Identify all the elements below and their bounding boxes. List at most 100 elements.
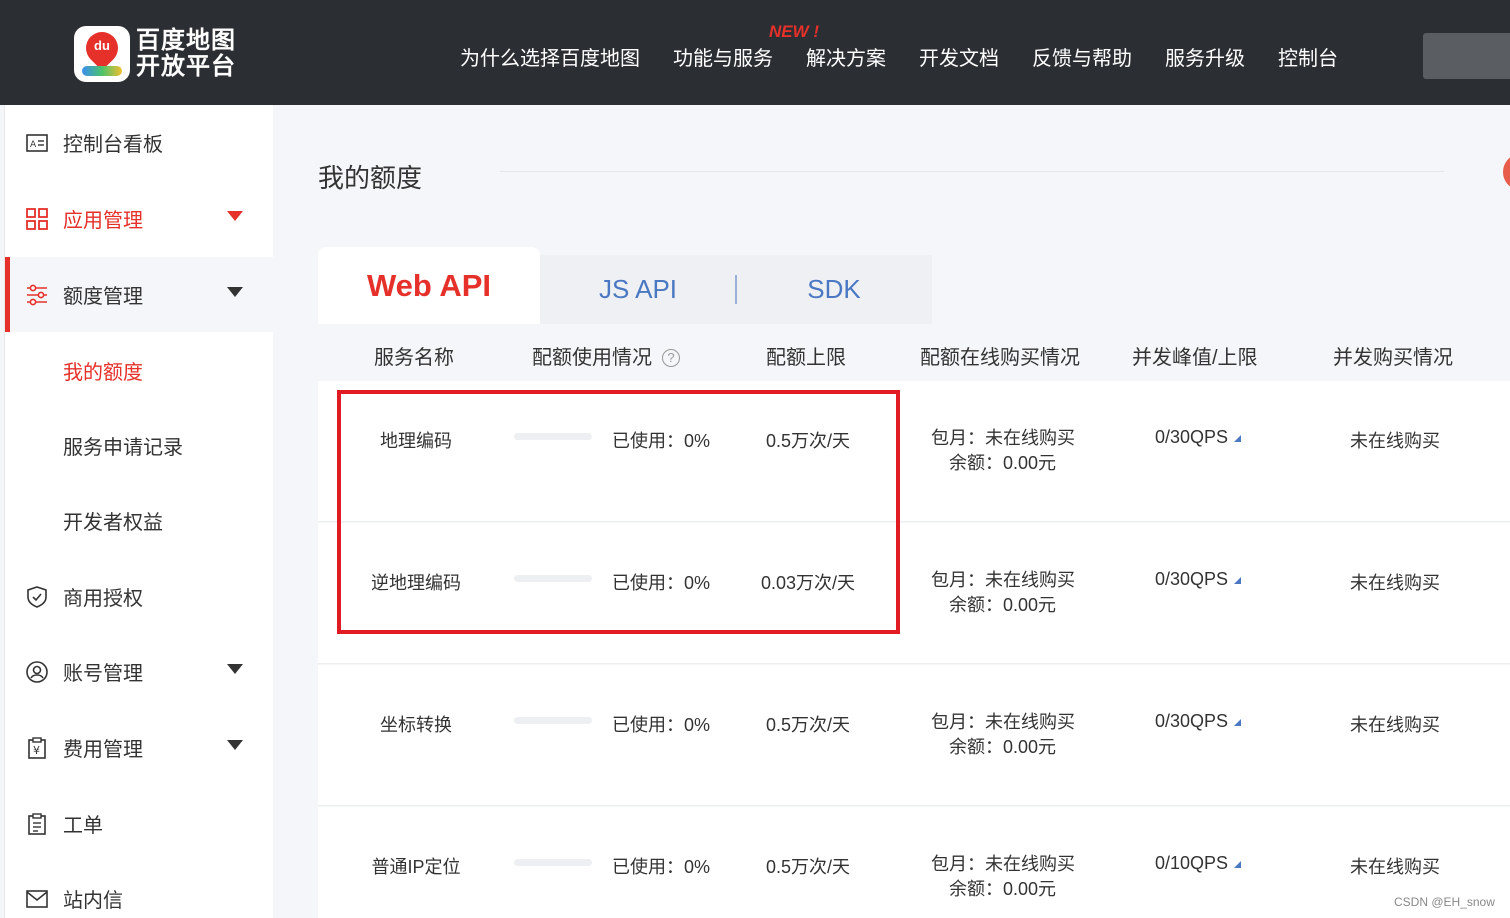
page-title: 我的额度 [318,163,423,193]
quota-limit: 0.5万次/天 [765,857,851,877]
watermark: CSDN @EH_snow [1394,895,1495,909]
col-qps: 并发峰值/上限 [1132,347,1258,369]
col-usage: 配额使用情况? [532,341,680,370]
main-nav: 为什么选择百度地图 功能与服务 NEW ! 解决方案 开发文档 反馈与帮助 服务… [460,22,1371,71]
qps-cell[interactable]: 0/30QPS [1155,711,1242,732]
top-navbar: du 百度地图 开放平台 为什么选择百度地图 功能与服务 NEW ! 解决方案 … [0,0,1510,105]
sidebar-label-fees: 费用管理 [63,739,143,761]
sidebar-label-account: 账号管理 [63,663,143,685]
sliders-icon [25,283,49,307]
sidebar-item-commercial[interactable]: 商用授权 [5,559,274,634]
tab-group: JS API SDK [540,255,932,324]
chevron-down-icon [227,740,243,750]
table-row: 坐标转换 已使用：0% 0.5万次/天 包月：未在线购买 余额：0.00元 0/30QPS… [318,665,1510,806]
online-buy-info: 包月：未在线购买 余额：0.00元 [931,426,1075,476]
online-buy-info: 包月：未在线购买 余额：0.00元 [931,710,1075,760]
balance: 余额：0.00元 [949,595,1057,615]
logo[interactable]: du 百度地图 开放平台 [74,25,236,82]
balance: 余额：0.00元 [949,737,1057,757]
logo-line2: 开放平台 [136,53,236,80]
sidebar-item-tickets[interactable]: 工单 [5,786,274,861]
sidebar-item-app-manage[interactable]: 应用管理 [5,181,274,256]
tab-web-api[interactable]: Web API [318,247,540,324]
sidebar-label-dev-rights: 开发者权益 [63,512,163,534]
title-divider [500,171,1444,172]
concurrent-buy: 未在线购买 [1350,715,1440,735]
baidu-map-logo-icon: du [74,25,130,82]
svg-text:¥: ¥ [33,744,40,757]
online-buy-info: 包月：未在线购买 余额：0.00元 [931,852,1075,902]
col-limit: 配额上限 [766,347,846,369]
tab-js-api[interactable]: JS API [540,255,736,324]
tab-sdk[interactable]: SDK [736,255,932,324]
clipboard-icon [25,812,49,836]
service-name: 坐标转换 [380,715,452,735]
monthly-status: 包月：未在线购买 [931,854,1075,874]
sidebar-item-service-apply[interactable]: 服务申请记录 [5,408,274,483]
nav-features-label: 功能与服务 [673,48,773,70]
nav-console[interactable]: 控制台 [1278,42,1338,71]
nav-feedback[interactable]: 反馈与帮助 [1032,42,1132,71]
expand-triangle-icon [1234,719,1242,726]
bill-icon: ¥ [25,736,49,760]
highlight-box [337,390,900,634]
qps-cell[interactable]: 0/10QPS [1155,853,1242,874]
nav-solutions[interactable]: 解决方案 [806,42,886,71]
qps-value: 0/30QPS [1155,427,1229,447]
col-usage-label: 配额使用情况 [532,347,652,369]
id-card-icon: A [25,131,49,155]
balance: 余额：0.00元 [949,879,1057,899]
online-buy-info: 包月：未在线购买 余额：0.00元 [931,568,1075,618]
sidebar-label-tickets: 工单 [63,815,103,837]
usage-text: 已使用：0% [612,715,711,735]
user-circle-icon [25,660,49,684]
sidebar-item-account[interactable]: 账号管理 [5,634,274,709]
nav-upgrade[interactable]: 服务升级 [1165,42,1245,71]
grid-icon [25,207,49,231]
usage-progress-bar [514,717,592,724]
expand-triangle-icon [1234,435,1242,442]
sidebar-item-quota-manage[interactable]: 额度管理 [5,257,274,332]
sidebar-label-app-manage: 应用管理 [63,210,143,232]
nav-features[interactable]: 功能与服务 NEW ! [673,22,819,71]
sidebar-item-messages[interactable]: 站内信 [5,861,274,918]
nav-docs[interactable]: 开发文档 [919,42,999,71]
sidebar-label-service-apply: 服务申请记录 [63,437,183,459]
usage-progress-bar [514,859,592,866]
help-icon[interactable]: ? [662,349,680,367]
col-service-name: 服务名称 [374,347,454,369]
mail-icon [25,887,49,911]
logo-line1: 百度地图 [136,27,236,54]
table-row: 普通IP定位 已使用：0% 0.5万次/天 包月：未在线购买 余额：0.00元 0/10Q… [318,807,1510,918]
expand-triangle-icon [1234,861,1242,868]
monthly-status: 包月：未在线购买 [931,712,1075,732]
sidebar-item-my-quota[interactable]: 我的额度 [5,333,274,408]
monthly-status: 包月：未在线购买 [931,570,1075,590]
sidebar-item-dashboard[interactable]: A 控制台看板 [5,105,274,180]
nav-why-baidu[interactable]: 为什么选择百度地图 [460,42,640,71]
qps-cell[interactable]: 0/30QPS [1155,427,1242,448]
shield-check-icon [25,585,49,609]
svg-text:A: A [30,140,37,150]
col-online-buy: 配额在线购买情况 [920,347,1080,369]
table-header: 服务名称 配额使用情况? 配额上限 配额在线购买情况 并发峰值/上限 并发购买情… [318,324,1510,381]
logo-text: 百度地图 开放平台 [136,28,236,80]
balance: 余额：0.00元 [949,453,1057,473]
sidebar-item-fees[interactable]: ¥ 费用管理 [5,710,274,785]
floating-help-icon[interactable] [1503,155,1510,189]
qps-value: 0/30QPS [1155,569,1229,589]
chevron-down-icon [227,211,243,221]
sidebar-item-dev-rights[interactable]: 开发者权益 [5,483,274,558]
sidebar-label-messages: 站内信 [63,890,123,912]
expand-triangle-icon [1234,577,1242,584]
concurrent-buy: 未在线购买 [1350,857,1440,877]
concurrent-buy: 未在线购买 [1350,573,1440,593]
qps-value: 0/10QPS [1155,853,1229,873]
qps-cell[interactable]: 0/30QPS [1155,569,1242,590]
chevron-down-icon [227,664,243,674]
sidebar-label-commercial: 商用授权 [63,588,143,610]
new-badge: NEW ! [769,22,820,41]
monthly-status: 包月：未在线购买 [931,428,1075,448]
user-button[interactable] [1423,33,1510,79]
col-concurrent-buy: 并发购买情况 [1333,347,1453,369]
